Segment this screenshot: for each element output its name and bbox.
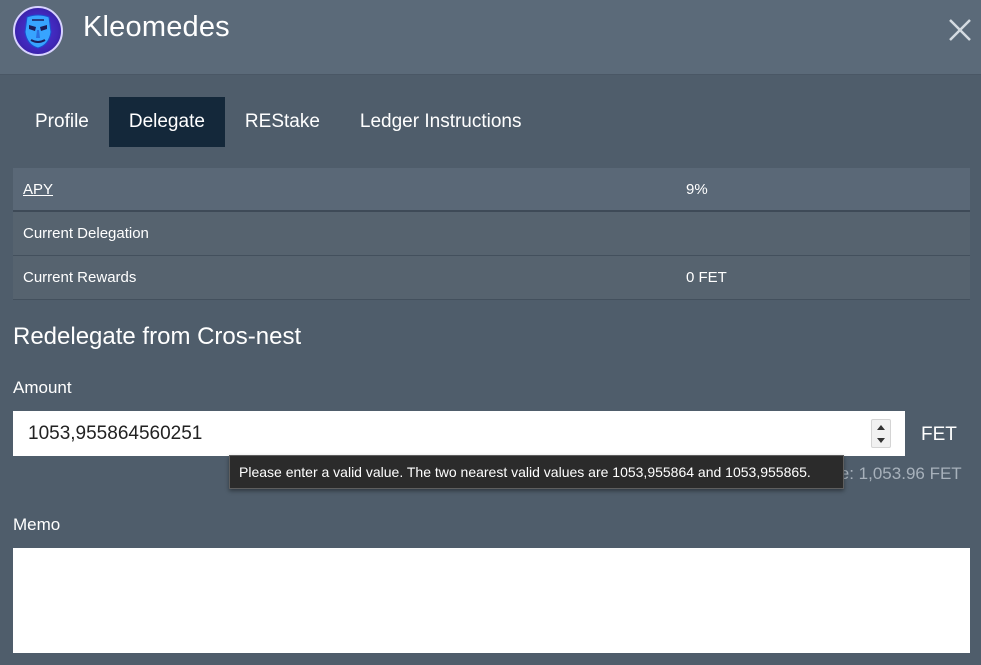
tab-delegate[interactable]: Delegate	[108, 97, 225, 147]
amount-stepper[interactable]	[871, 419, 891, 448]
modal-title: Kleomedes	[83, 11, 230, 43]
tab-ledger-instructions[interactable]: Ledger Instructions	[340, 97, 542, 147]
tab-bar: Profile Delegate REStake Ledger Instruct…	[15, 97, 542, 147]
validator-info-table: APY 9% Current Delegation Current Reward…	[13, 168, 970, 300]
current-rewards-label: Current Rewards	[23, 269, 137, 286]
amount-input[interactable]: 1053,955864560251	[13, 411, 905, 456]
close-button[interactable]	[944, 14, 976, 46]
table-row-current-rewards: Current Rewards 0 FET	[13, 256, 970, 300]
close-icon[interactable]	[944, 14, 976, 46]
stepper-down-icon[interactable]	[872, 434, 890, 447]
kleomedes-mask-logo-icon	[24, 14, 52, 49]
available-balance[interactable]: le: 1,053.96 FET	[836, 463, 962, 485]
memo-textarea[interactable]	[13, 548, 970, 653]
validator-avatar	[13, 6, 63, 56]
amount-unit: FET	[921, 424, 957, 445]
memo-label: Memo	[13, 515, 61, 534]
current-delegation-label: Current Delegation	[23, 225, 149, 242]
validation-tooltip: Please enter a valid value. The two near…	[229, 455, 844, 489]
tab-profile[interactable]: Profile	[15, 97, 109, 147]
redelegate-heading: Redelegate from Cros-nest	[13, 323, 302, 350]
apy-value: 9%	[686, 180, 708, 198]
current-rewards-value: 0 FET	[686, 269, 727, 286]
table-row-apy: APY 9%	[13, 168, 970, 212]
amount-label: Amount	[13, 378, 72, 397]
table-row-current-delegation: Current Delegation	[13, 212, 970, 256]
modal-header: Kleomedes	[0, 0, 981, 75]
tab-restake[interactable]: REStake	[225, 97, 340, 147]
stepper-up-icon[interactable]	[872, 421, 890, 434]
apy-link[interactable]: APY	[13, 181, 676, 198]
